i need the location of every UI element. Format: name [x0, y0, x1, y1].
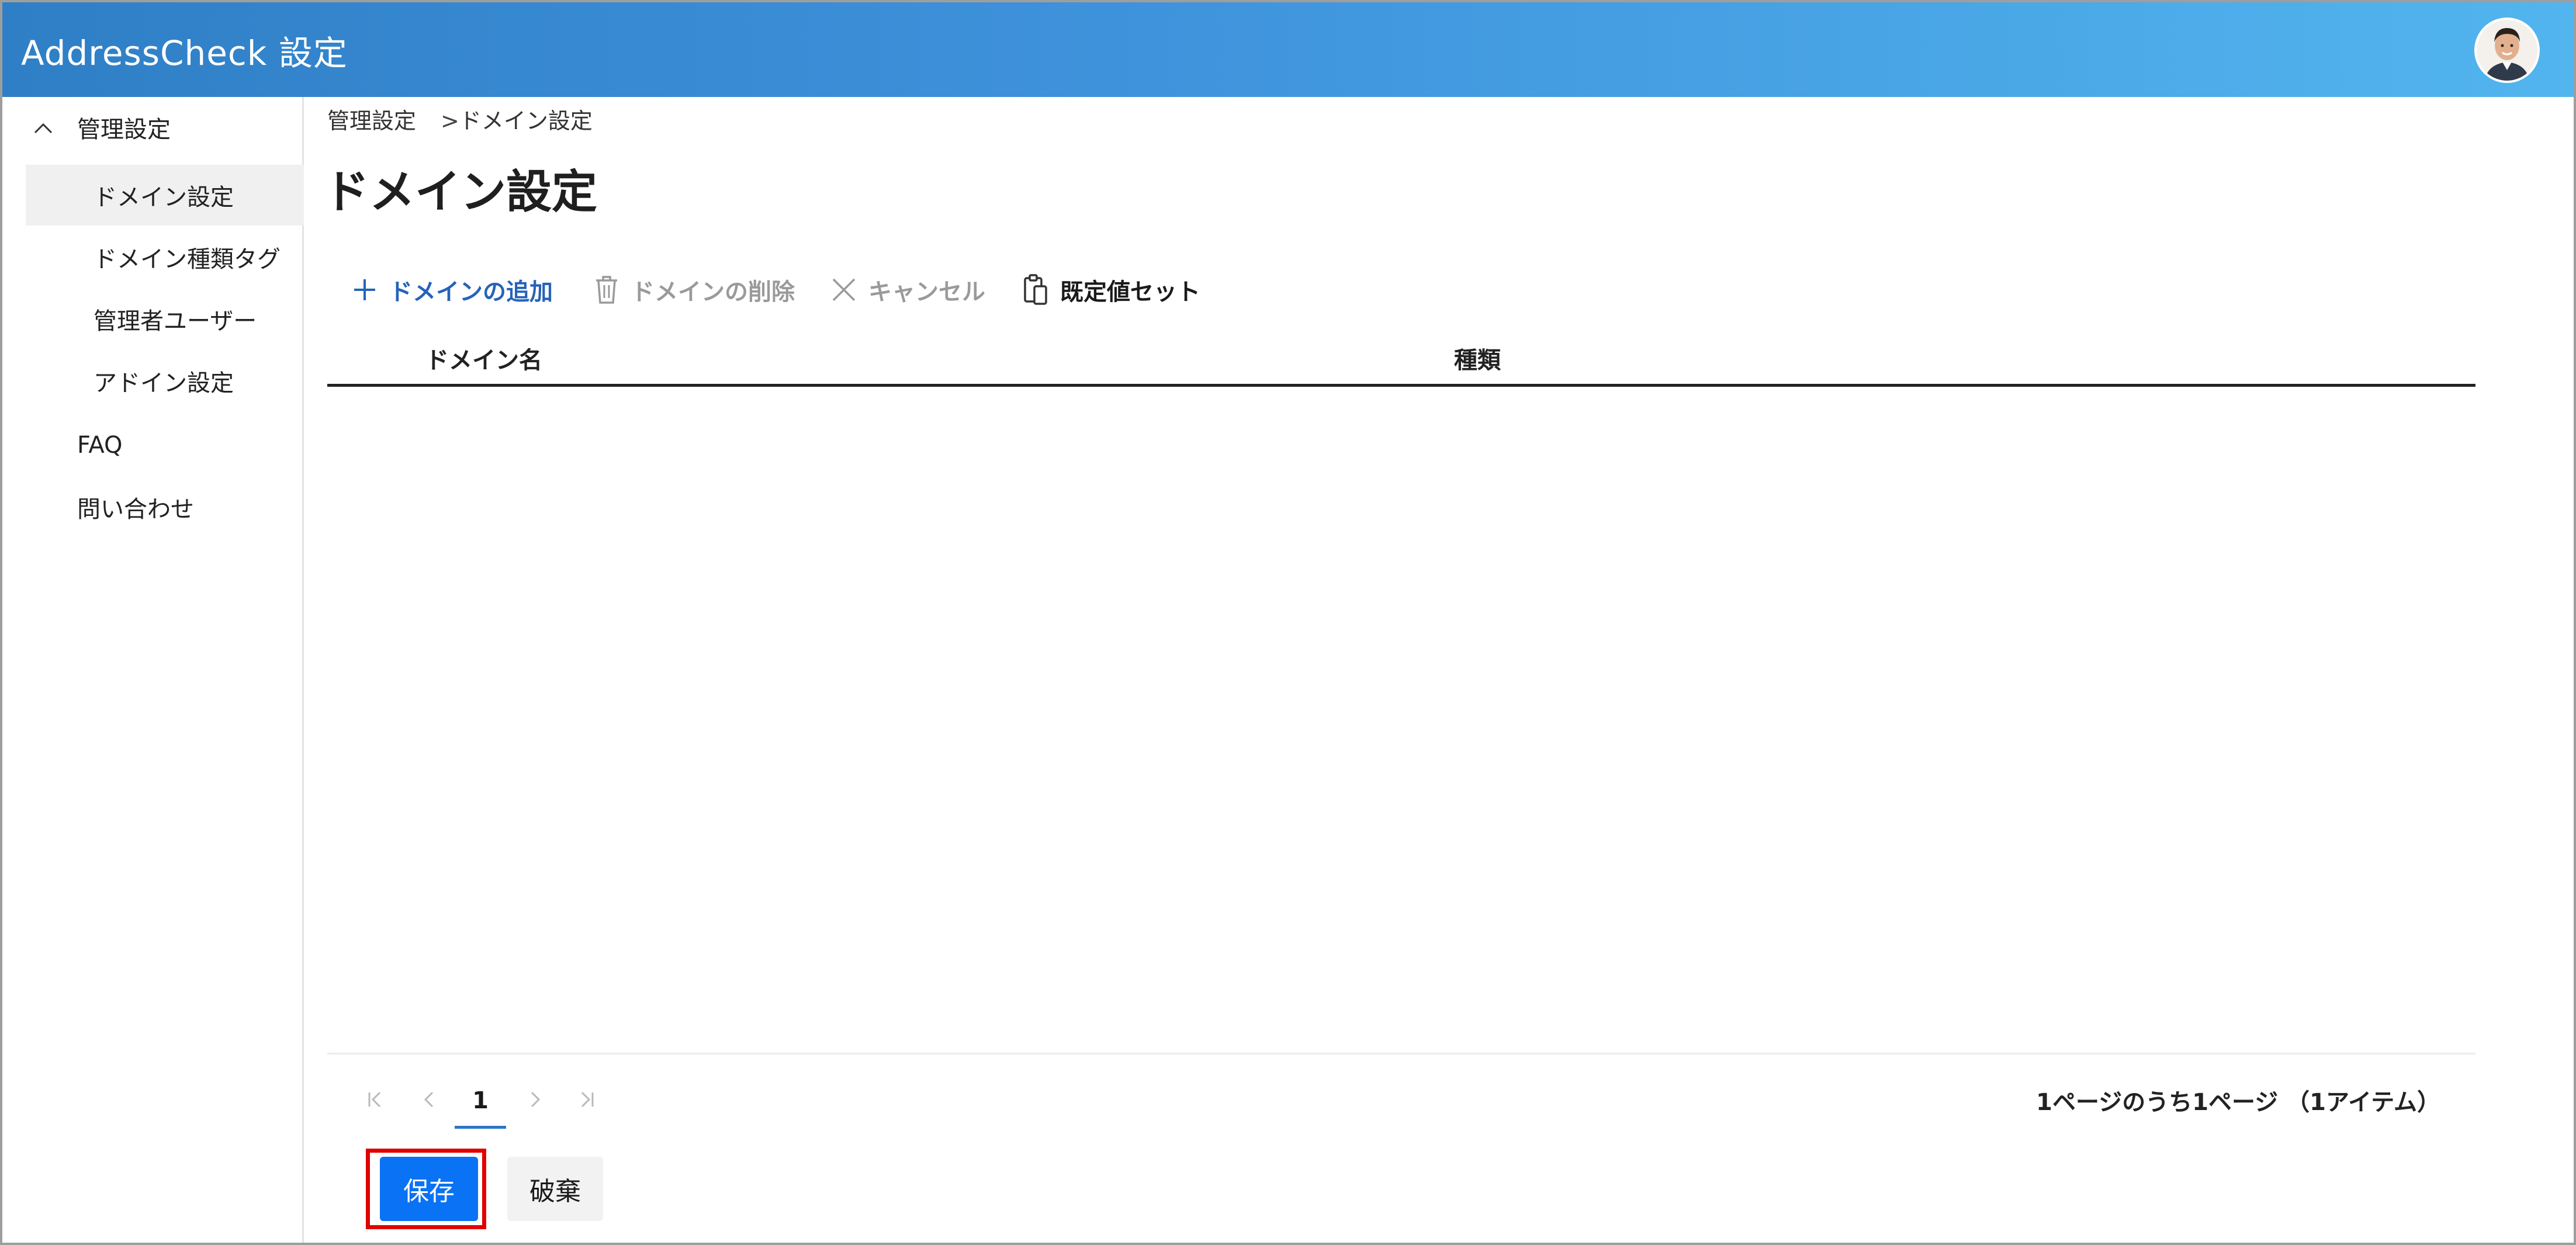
- sidebar-item-addin-settings[interactable]: アドイン設定: [26, 351, 304, 411]
- first-page-icon[interactable]: [363, 1088, 387, 1111]
- next-page-icon[interactable]: [524, 1088, 547, 1111]
- plus-icon: [354, 279, 375, 300]
- sidebar-nav: 管理設定 ドメイン設定 ドメイン種類タグ 管理者ユーザー アドイン設定 FAQ …: [2, 97, 304, 1243]
- sidebar-group-admin-settings[interactable]: 管理設定: [26, 97, 304, 158]
- sidebar-item-label: 管理者ユーザー: [94, 308, 257, 335]
- add-domain-button[interactable]: ドメインの追加: [351, 266, 553, 313]
- page-number-current[interactable]: 1: [455, 1082, 506, 1129]
- column-header-domain-name[interactable]: ドメイン名: [425, 341, 542, 375]
- column-header-type[interactable]: 種類: [1454, 341, 1501, 375]
- breadcrumb: 管理設定 >ドメイン設定: [327, 103, 593, 135]
- breadcrumb-separator: >: [441, 108, 459, 134]
- user-avatar-icon[interactable]: [2474, 18, 2540, 83]
- grid-footer-divider: [327, 1053, 2475, 1055]
- discard-button[interactable]: 破棄: [507, 1157, 603, 1221]
- sidebar-item-label: ドメイン種類タグ: [94, 246, 281, 273]
- sidebar-item-label: FAQ: [77, 432, 123, 459]
- sidebar-item-faq[interactable]: FAQ: [26, 415, 304, 476]
- close-icon: [832, 278, 856, 301]
- breadcrumb-current: ドメイン設定: [459, 108, 593, 134]
- add-domain-label: ドメインの追加: [389, 279, 553, 306]
- sidebar-item-label: アドイン設定: [94, 370, 234, 397]
- app-window: AddressCheck 設定 管理設定 ドメイン設定 ドメイン種類タグ 管理者…: [0, 0, 2576, 1245]
- page-title: ドメイン設定: [324, 166, 598, 219]
- previous-page-icon[interactable]: [417, 1088, 441, 1111]
- sidebar-item-admin-users[interactable]: 管理者ユーザー: [26, 289, 304, 349]
- trash-icon: [596, 276, 617, 304]
- domain-grid-header: ドメイン名 種類: [327, 334, 2475, 387]
- breadcrumb-parent[interactable]: 管理設定: [327, 108, 416, 134]
- clipboard-icon: [1024, 274, 1047, 305]
- cancel-button[interactable]: キャンセル: [830, 266, 985, 313]
- pager-summary: 1ページのうち1ページ （1アイテム）: [2036, 1089, 2440, 1116]
- cancel-label: キャンセル: [868, 279, 985, 306]
- app-title: AddressCheck 設定: [21, 33, 348, 73]
- set-defaults-button[interactable]: 既定値セット: [1022, 266, 1200, 313]
- sidebar-item-contact[interactable]: 問い合わせ: [26, 477, 304, 537]
- sidebar-item-domain-settings[interactable]: ドメイン設定: [26, 165, 304, 226]
- delete-domain-button[interactable]: ドメインの削除: [593, 266, 795, 313]
- delete-domain-label: ドメインの削除: [631, 279, 795, 306]
- sidebar-group-label: 管理設定: [77, 116, 171, 143]
- set-defaults-label: 既定値セット: [1060, 279, 1200, 306]
- sidebar-item-label: ドメイン設定: [94, 184, 234, 211]
- last-page-icon[interactable]: [575, 1088, 598, 1111]
- app-header: AddressCheck 設定: [2, 2, 2574, 97]
- save-button[interactable]: 保存: [380, 1157, 478, 1221]
- chevron-up-icon: [34, 123, 53, 134]
- sidebar-item-label: 問い合わせ: [77, 496, 194, 523]
- sidebar-item-domain-type-tags[interactable]: ドメイン種類タグ: [26, 227, 304, 287]
